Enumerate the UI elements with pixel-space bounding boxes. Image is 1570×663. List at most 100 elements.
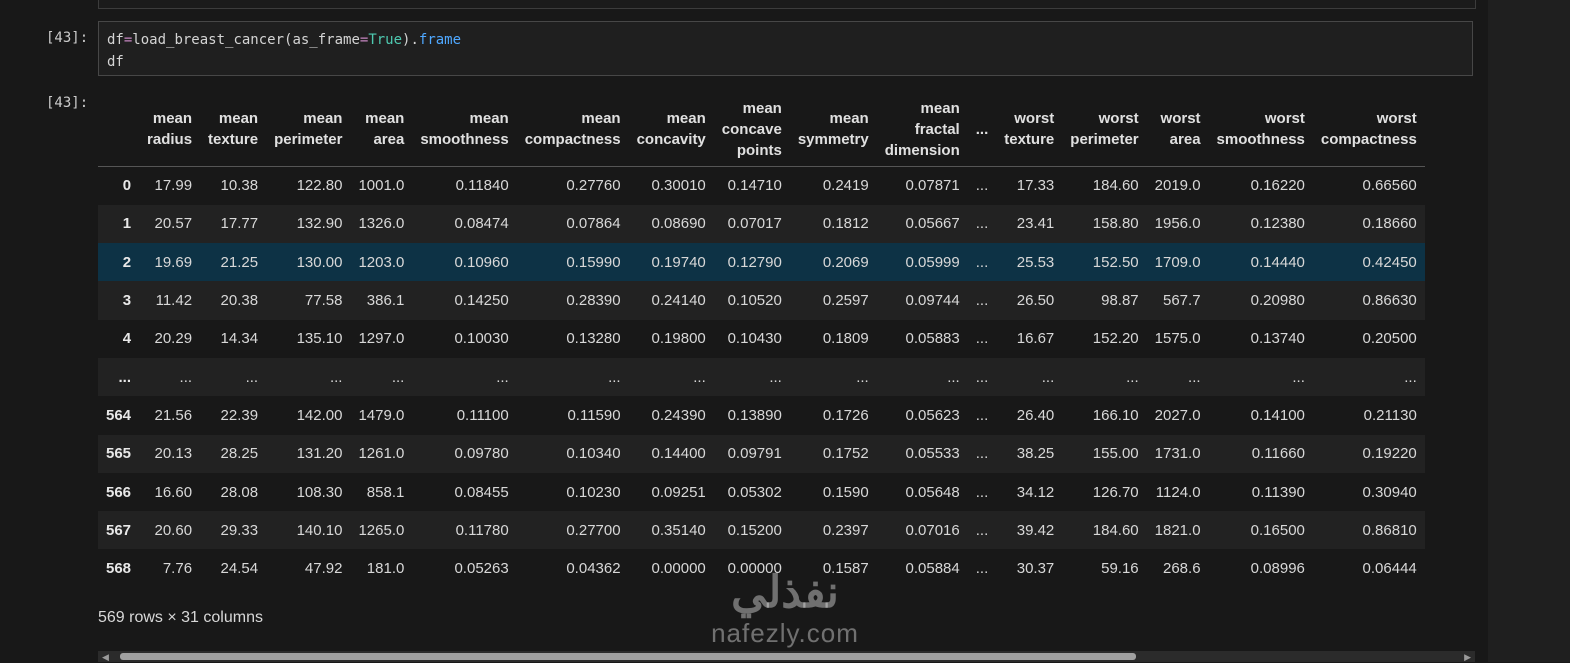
code-line-2: df <box>107 54 124 70</box>
table-row[interactable]: 564 21.56 22.39 142.00 1479.0 0.11100 0.11590 0… <box>98 396 1425 435</box>
column-header: worst compactness <box>1312 92 1425 167</box>
table-row[interactable]: 565 20.13 28.25 131.20 1261.0 0.09780 0.10340 0… <box>98 434 1425 473</box>
table-cell: 0.1590 <box>822 483 869 501</box>
table-cell: 17.77 <box>220 215 259 233</box>
table-cell: 0.06444 <box>1362 560 1417 578</box>
column-header-text: worst <box>1160 110 1201 127</box>
table-cell: 0.14400 <box>651 445 706 463</box>
table-body: 0 17.99 10.38 122.80 1001.0 0.11840 0.27760 0.3… <box>98 166 1425 588</box>
table-cell: 0.42450 <box>1362 253 1417 271</box>
table-row[interactable]: 566 16.60 28.08 108.30 858.1 0.08455 0.10230 0.… <box>98 472 1425 512</box>
table-cell: 0.14440 <box>1250 253 1305 271</box>
table-cell: 0.10960 <box>454 253 509 271</box>
column-header-text: concavity <box>636 131 706 148</box>
table-cell: 0.07017 <box>727 215 782 233</box>
table-cell: 0.05999 <box>905 253 960 271</box>
table-cell: 30.37 <box>1016 560 1055 578</box>
table-cell: 0.30940 <box>1362 483 1417 501</box>
table-cell: 21.56 <box>154 406 193 424</box>
table-row[interactable]: 0 17.99 10.38 122.80 1001.0 0.11840 0.27760 0.3… <box>98 166 1425 205</box>
table-cell: 11.42 <box>155 292 193 310</box>
table-row[interactable]: 3 11.42 20.38 77.58 386.1 0.14250 0.28390 0.241… <box>98 281 1425 320</box>
table-cell: 0.09744 <box>905 292 960 310</box>
scroll-right-icon[interactable]: ▶ <box>1464 652 1471 663</box>
table-row[interactable]: 4 20.29 14.34 135.10 1297.0 0.10030 0.13280 0.1… <box>98 319 1425 358</box>
scroll-left-icon[interactable]: ◀ <box>102 652 109 663</box>
table-row[interactable]: 1 20.57 17.77 132.90 1326.0 0.08474 0.07864 0.0… <box>98 204 1425 244</box>
column-header-text: mean <box>303 110 343 127</box>
table-cell: 28.08 <box>220 483 259 501</box>
code-cell-editor[interactable]: df=load_breast_cancer(as_frame=True).fra… <box>98 21 1473 76</box>
table-header-row: mean radius mean texture mean perimeter mean ar… <box>98 92 1425 167</box>
table-row[interactable]: 567 20.60 29.33 140.10 1265.0 0.11780 0.27700 0… <box>98 511 1425 550</box>
table-cell: 0.05667 <box>905 215 960 233</box>
column-header-text: area <box>373 131 405 148</box>
table-cell: 0.2397 <box>822 521 869 539</box>
column-header: worst texture <box>996 92 1063 167</box>
table-cell: ... <box>1292 368 1305 386</box>
table-cell: 142.00 <box>296 406 343 424</box>
table-cell: 47.92 <box>304 560 343 578</box>
table-cell: 268.6 <box>1163 560 1201 578</box>
table-cell: 59.16 <box>1101 560 1139 578</box>
table-cell: 0.1809 <box>822 330 869 348</box>
dataframe-output[interactable]: mean radius mean texture mean perimeter mean ar… <box>98 92 1475 592</box>
table-cell: 24.54 <box>220 560 259 578</box>
table-row[interactable]: 2 19.69 21.25 130.00 1203.0 0.10960 0.15990 0.1… <box>98 243 1425 282</box>
table-cell: 152.20 <box>1092 330 1139 348</box>
table-cell: 152.50 <box>1092 253 1139 271</box>
table-cell: 0.20500 <box>1362 330 1417 348</box>
code-keyword: True <box>368 32 403 48</box>
table-cell: 0.14100 <box>1250 406 1305 424</box>
horizontal-scrollbar[interactable]: ◀ ▶ <box>98 651 1475 662</box>
table-cell: 0.13280 <box>566 330 621 348</box>
table-cell: 0.30010 <box>651 177 706 195</box>
row-index: 568 <box>106 560 132 578</box>
table-cell: 0.09251 <box>651 483 706 501</box>
table-cell: 25.53 <box>1016 253 1055 271</box>
table-cell: 0.11840 <box>455 177 509 195</box>
column-header: mean radius <box>139 92 201 167</box>
column-header-text: mean <box>469 110 509 127</box>
table-cell: 17.33 <box>1016 177 1055 195</box>
table-cell: 135.10 <box>296 330 343 348</box>
table-cell: ... <box>975 215 989 233</box>
table-cell: 0.05533 <box>905 445 960 463</box>
column-header-text: mean <box>666 110 706 127</box>
table-cell: ... <box>1188 368 1201 386</box>
table-cell: 14.34 <box>220 330 259 348</box>
table-cell: 0.11660 <box>1251 445 1305 463</box>
table-cell: 1265.0 <box>358 521 405 539</box>
table-cell: ... <box>1126 368 1139 386</box>
table-row[interactable]: 568 7.76 24.54 47.92 181.0 0.05263 0.04362 0.00… <box>98 549 1425 588</box>
table-cell: 1124.0 <box>1155 483 1201 501</box>
table-cell: 77.58 <box>304 292 343 310</box>
table-cell: 29.33 <box>220 521 259 539</box>
column-header-text: area <box>1169 131 1201 148</box>
table-cell: ... <box>769 368 782 386</box>
table-cell: 0.13890 <box>727 406 782 424</box>
table-cell: 22.39 <box>220 406 259 424</box>
code-func: load_breast_cancer(as_frame <box>132 32 360 48</box>
table-cell: 0.11100 <box>456 406 509 424</box>
previous-cell[interactable] <box>98 0 1476 9</box>
column-header-text: dimension <box>884 141 960 159</box>
table-cell: 98.87 <box>1101 292 1139 310</box>
table-cell: 20.13 <box>154 445 193 463</box>
table-cell: 1297.0 <box>358 330 405 348</box>
table-cell: ... <box>975 177 989 195</box>
scrollbar-thumb[interactable] <box>120 653 1136 660</box>
table-cell: 0.13740 <box>1250 330 1305 348</box>
column-header: mean symmetry <box>789 92 877 167</box>
table-row[interactable]: ........................................… <box>98 357 1425 397</box>
table-cell: 0.05883 <box>905 330 960 348</box>
table-cell: 26.50 <box>1016 292 1055 310</box>
row-index: 567 <box>106 521 132 539</box>
table-cell: 130.00 <box>296 253 343 271</box>
table-cell: 131.20 <box>296 445 343 463</box>
column-header-text: mean <box>581 110 621 127</box>
code-attr: frame <box>418 32 462 48</box>
column-header-text: compactness <box>1320 131 1417 148</box>
table-cell: ... <box>947 368 960 386</box>
row-index: 3 <box>122 292 132 310</box>
